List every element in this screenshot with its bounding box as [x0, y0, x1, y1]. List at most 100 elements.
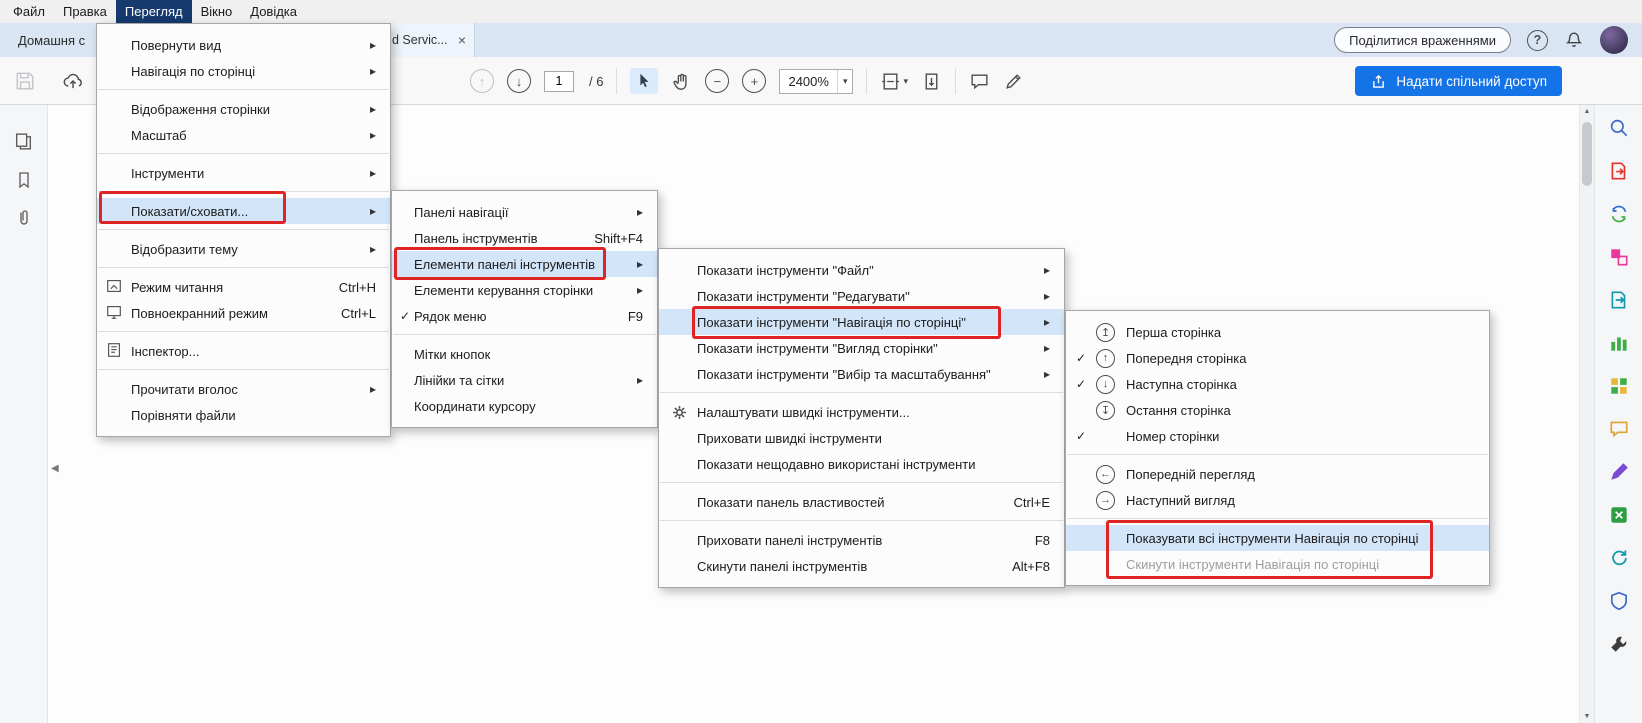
previous-page-button[interactable]: ↑	[470, 69, 494, 93]
menu-shortcut: Ctrl+H	[338, 279, 376, 295]
menu-item-page-navigation[interactable]: Навігація по сторінці ▸	[97, 58, 390, 84]
share-document-label: Надати спільний доступ	[1396, 73, 1547, 89]
cloud-upload-icon[interactable]	[62, 70, 84, 92]
menu-help[interactable]: Довідка	[241, 0, 306, 23]
combine-files-icon[interactable]	[1606, 330, 1632, 356]
menu-item-label: Порівняти файли	[131, 407, 236, 423]
more-tools-icon[interactable]	[1606, 631, 1632, 657]
menu-item-next-view[interactable]: → Наступний вигляд	[1066, 487, 1489, 513]
menu-item-revert-view[interactable]: Повернути вид ▸	[97, 32, 390, 58]
menu-item-hide-quick-tools[interactable]: Приховати швидкі інструменти	[659, 425, 1064, 451]
menu-item-show-recent-tools[interactable]: Показати нещодавно використані інструмен…	[659, 451, 1064, 477]
menu-item-reset-toolbars[interactable]: Скинути панелі інструментів Alt+F8	[659, 553, 1064, 579]
zoom-out-button[interactable]: −	[705, 69, 730, 93]
select-tool-icon[interactable]	[630, 68, 659, 94]
close-tab-icon[interactable]: ×	[458, 33, 466, 47]
highlighter-pen-icon[interactable]	[1003, 71, 1024, 92]
menu-item-show-hide[interactable]: Показати/сховати... ▸	[97, 198, 390, 224]
excel-export-icon[interactable]	[1606, 502, 1632, 528]
menu-item-label: Інструменти	[131, 165, 205, 181]
share-document-button[interactable]: Надати спільний доступ	[1355, 66, 1562, 96]
scrolling-mode-icon[interactable]	[921, 71, 942, 92]
scroll-down-icon[interactable]: ▼	[1580, 713, 1594, 720]
menu-window[interactable]: Вікно	[192, 0, 242, 23]
scroll-up-icon[interactable]: ▲	[1580, 108, 1594, 115]
fill-sign-icon[interactable]	[1606, 459, 1632, 485]
zoom-in-button[interactable]: +	[742, 69, 767, 93]
menu-item-tools[interactable]: Інструменти ▸	[97, 160, 390, 186]
create-pdf-icon[interactable]	[1606, 201, 1632, 227]
menu-item-read-mode[interactable]: Режим читання Ctrl+H	[97, 274, 390, 300]
comment-icon[interactable]	[969, 71, 990, 92]
tab-document[interactable]: d Servic... ×	[383, 23, 475, 57]
menu-item-show-properties-bar[interactable]: Показати панель властивостей Ctrl+E	[659, 489, 1064, 515]
first-page-icon: ↥	[1096, 322, 1115, 342]
submenu-arrow-icon: ▸	[636, 373, 643, 387]
scrollbar-thumb[interactable]	[1582, 122, 1592, 186]
menu-item-label: Налаштувати швидкі інструменти...	[697, 404, 910, 420]
menu-item-navigation-panes[interactable]: Панелі навігації ▸	[392, 199, 657, 225]
menu-item-reset-page-nav-tools: Скинути інструменти Навігація по сторінц…	[1066, 551, 1489, 577]
menu-item-show-file-tools[interactable]: Показати інструменти "Файл" ▸	[659, 257, 1064, 283]
protect-icon[interactable]	[1606, 588, 1632, 614]
menu-edit[interactable]: Правка	[54, 0, 116, 23]
menu-item-last-page[interactable]: ↧ Остання сторінка	[1066, 397, 1489, 423]
vertical-scrollbar[interactable]: ▲ ▼	[1579, 105, 1594, 723]
zoom-level-dropdown[interactable]: 2400% ▾	[779, 68, 854, 94]
collapse-panel-icon[interactable]: ◀	[51, 463, 59, 474]
menu-item-button-labels[interactable]: Мітки кнопок	[392, 341, 657, 367]
menu-item-show-page-display-tools[interactable]: Показати інструменти "Вигляд сторінки" ▸	[659, 335, 1064, 361]
menu-item-display-theme[interactable]: Відобразити тему ▸	[97, 236, 390, 262]
scan-ocr-icon[interactable]	[1606, 545, 1632, 571]
share-feedback-button[interactable]: Поділитися враженнями	[1334, 27, 1511, 53]
save-icon[interactable]	[14, 70, 36, 92]
menu-item-inspector[interactable]: Інспектор...	[97, 338, 390, 364]
menu-shortcut: F9	[627, 308, 643, 324]
export-pdf-icon[interactable]	[1606, 158, 1632, 184]
edit-pdf-icon[interactable]	[1606, 244, 1632, 270]
menu-item-read-out-loud[interactable]: Прочитати вголос ▸	[97, 376, 390, 402]
menu-item-page-number[interactable]: ✓ Номер сторінки	[1066, 423, 1489, 449]
page-number-input[interactable]	[544, 70, 574, 92]
menu-item-page-controls[interactable]: Елементи керування сторінки ▸	[392, 277, 657, 303]
menu-item-cursor-coordinates[interactable]: Координати курсору	[392, 393, 657, 419]
bookmarks-icon[interactable]	[14, 170, 34, 190]
menu-item-menu-bar[interactable]: ✓ Рядок меню F9	[392, 303, 657, 329]
menu-item-toolbar-items[interactable]: Елементи панелі інструментів ▸	[392, 251, 657, 277]
menu-item-label: Наступна сторінка	[1126, 376, 1237, 392]
menu-item-first-page[interactable]: ↥ Перша сторінка	[1066, 319, 1489, 345]
page-fit-dropdown[interactable]: ▾	[880, 71, 908, 92]
menu-item-customize-quick-tools[interactable]: Налаштувати швидкі інструменти...	[659, 399, 1064, 425]
menu-item-label: Панель інструментів	[414, 230, 538, 246]
menu-item-next-page[interactable]: ✓ ↓ Наступна сторінка	[1066, 371, 1489, 397]
comment-tool-icon[interactable]	[1606, 416, 1632, 442]
menu-item-show-select-zoom-tools[interactable]: Показати інструменти "Вибір та масштабув…	[659, 361, 1064, 387]
page-thumbnails-icon[interactable]	[13, 131, 34, 152]
menu-item-rulers-grids[interactable]: Лінійки та сітки ▸	[392, 367, 657, 393]
menu-item-toolbar-pane[interactable]: Панель інструментів Shift+F4	[392, 225, 657, 251]
menu-item-label: Приховати швидкі інструменти	[697, 430, 882, 446]
organize-pages-icon[interactable]	[1606, 373, 1632, 399]
menu-shortcut: Ctrl+E	[1013, 494, 1050, 510]
menu-item-show-edit-tools[interactable]: Показати інструменти "Редагувати" ▸	[659, 283, 1064, 309]
notifications-bell-icon[interactable]	[1564, 30, 1584, 50]
menu-item-show-all-page-nav-tools[interactable]: Показувати всі інструменти Навігація по …	[1066, 525, 1489, 551]
search-icon[interactable]	[1606, 115, 1632, 141]
avatar[interactable]	[1600, 26, 1628, 54]
attachments-icon[interactable]	[14, 208, 34, 228]
menu-file[interactable]: Файл	[4, 0, 54, 23]
menu-item-previous-view[interactable]: ← Попередній перегляд	[1066, 461, 1489, 487]
menu-item-zoom[interactable]: Масштаб ▸	[97, 122, 390, 148]
help-icon[interactable]: ?	[1527, 29, 1548, 51]
menu-item-page-display[interactable]: Відображення сторінки ▸	[97, 96, 390, 122]
menu-view[interactable]: Перегляд	[115, 0, 192, 23]
menu-item-show-page-nav-tools[interactable]: Показати інструменти "Навігація по сторі…	[659, 309, 1064, 335]
export-file-icon[interactable]	[1606, 287, 1632, 313]
tab-home[interactable]: Домашня с	[18, 23, 85, 57]
menu-item-hide-toolbars[interactable]: Приховати панелі інструментів F8	[659, 527, 1064, 553]
next-page-button[interactable]: ↓	[507, 69, 531, 93]
hand-tool-icon[interactable]	[671, 71, 692, 92]
menu-item-compare-files[interactable]: Порівняти файли	[97, 402, 390, 428]
menu-item-previous-page[interactable]: ✓ ↑ Попередня сторінка	[1066, 345, 1489, 371]
menu-item-full-screen[interactable]: Повноекранний режим Ctrl+L	[97, 300, 390, 326]
